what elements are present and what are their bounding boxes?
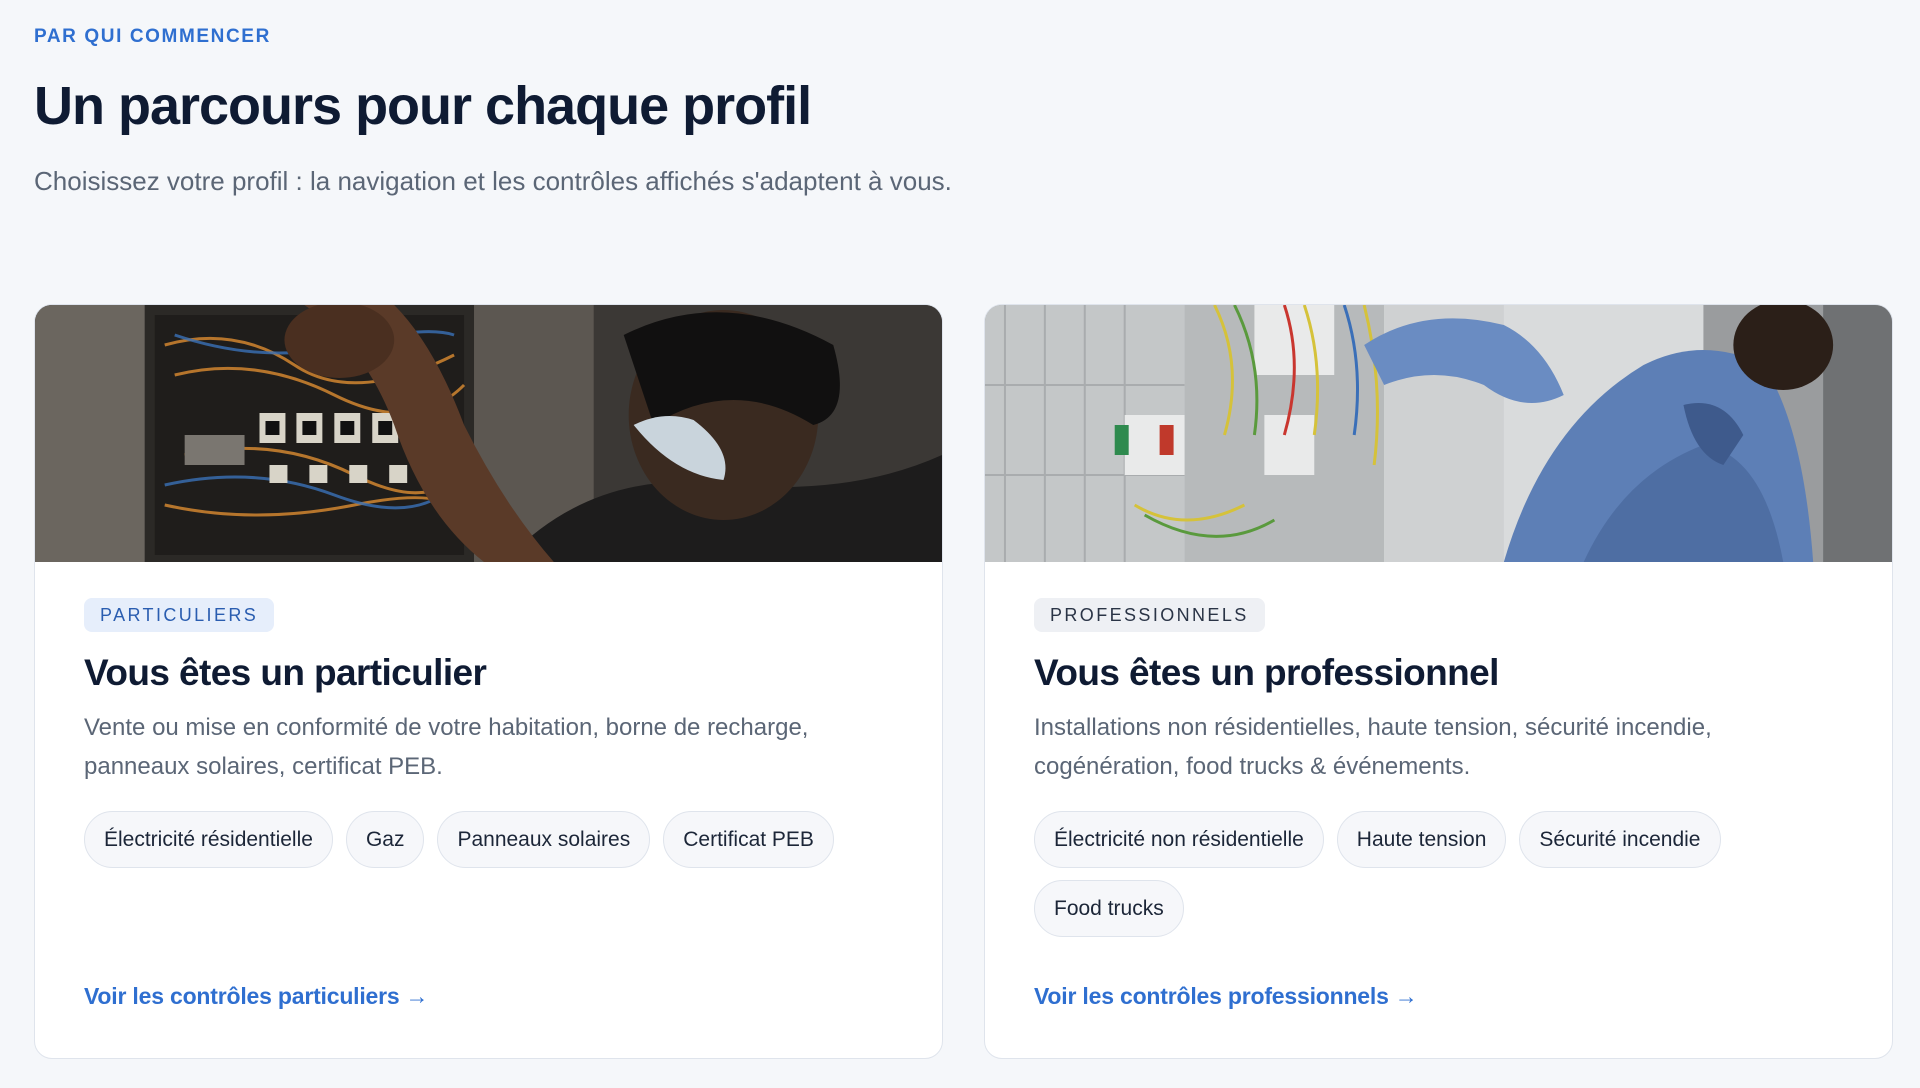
arrow-right-icon: → [1394,983,1418,1009]
tag-panneaux-solaires[interactable]: Panneaux solaires [437,811,651,868]
profile-section: PAR QUI COMMENCER Un parcours pour chaqu… [0,0,1920,1088]
tag-securite-incendie[interactable]: Sécurité incendie [1519,811,1721,868]
technician-photo [985,305,1892,562]
arrow-right-icon: → [405,983,429,1009]
tag-gaz[interactable]: Gaz [345,811,425,868]
tag-electricite-residentielle[interactable]: Électricité résidentielle [84,811,333,868]
profile-cards: PARTICULIERS Vous êtes un particulier Ve… [34,304,1893,1059]
link-professionnels[interactable]: Voir les contrôles professionnels → [1034,983,1418,1010]
tag-food-trucks[interactable]: Food trucks [1034,880,1184,937]
card-image-particuliers [35,305,942,562]
section-eyebrow: PAR QUI COMMENCER [34,26,271,47]
card-title: Vous êtes un particulier [84,652,487,693]
tag-certificat-peb[interactable]: Certificat PEB [663,811,834,868]
card-description: Installations non résidentielles, haute … [1034,714,1712,780]
tag-electricite-non-residentielle[interactable]: Électricité non résidentielle [1034,811,1324,868]
card-image-professionnels [985,305,1892,562]
link-label: Voir les contrôles particuliers [84,983,400,1009]
card-professionnels[interactable]: PROFESSIONNELS Vous êtes un professionne… [984,304,1893,1059]
badge-particuliers: PARTICULIERS [84,598,275,632]
card-title: Vous êtes un professionnel [1034,652,1499,693]
tag-list: Électricité résidentielle Gaz Panneaux s… [84,811,904,868]
link-particuliers[interactable]: Voir les contrôles particuliers → [84,983,429,1010]
electrician-photo [35,305,942,562]
link-label: Voir les contrôles professionnels [1034,983,1389,1009]
card-description: Vente ou mise en conformité de votre hab… [84,714,809,780]
tag-list: Électricité non résidentielle Haute tens… [1034,811,1854,937]
section-subtitle: Choisissez votre profil : la navigation … [34,166,952,196]
badge-professionnels: PROFESSIONNELS [1034,598,1265,632]
page-title: Un parcours pour chaque profil [34,76,812,136]
card-particuliers[interactable]: PARTICULIERS Vous êtes un particulier Ve… [34,304,943,1059]
tag-haute-tension[interactable]: Haute tension [1336,811,1507,868]
